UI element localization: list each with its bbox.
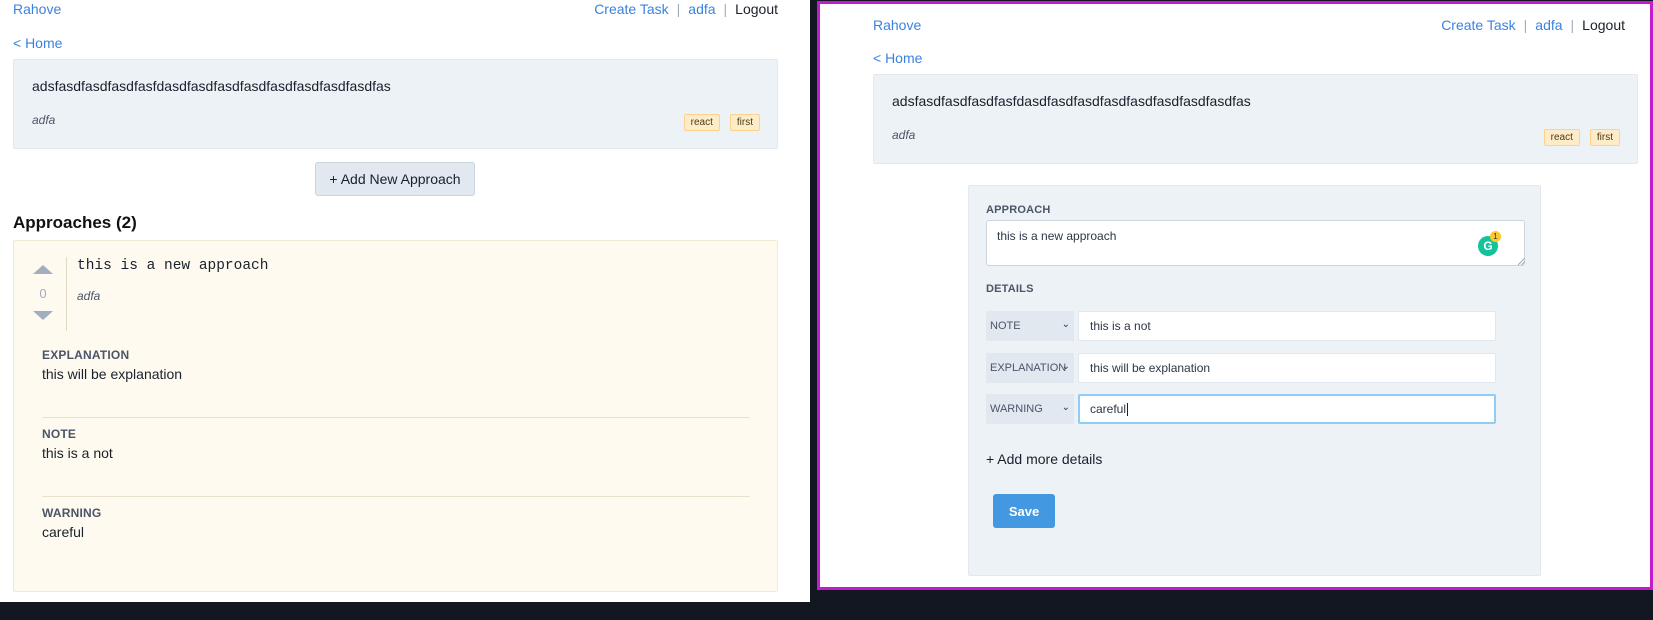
brand-link[interactable]: Rahove xyxy=(873,17,921,33)
tag[interactable]: react xyxy=(1543,129,1580,146)
detail-value: this is a not xyxy=(42,445,113,461)
detail-explanation: EXPLANATION this will be explanation xyxy=(42,348,750,382)
downvote-icon[interactable] xyxy=(33,311,53,320)
chevron-down-icon: ⌄ xyxy=(1061,402,1070,413)
details-label: DETAILS xyxy=(986,283,1034,295)
detail-label: NOTE xyxy=(42,427,77,441)
task-card: adsfasdfasdfasdfasfdasdfasdfasdfasdfasdf… xyxy=(873,74,1638,164)
detail-warning: WARNING careful xyxy=(42,506,750,540)
detail-value-input[interactable]: careful xyxy=(1078,394,1496,424)
vote-count: 0 xyxy=(39,286,47,301)
detail-type-select[interactable]: NOTE ⌄ xyxy=(986,311,1074,341)
detail-value: this will be explanation xyxy=(42,366,183,382)
detail-type-value: NOTE xyxy=(990,320,1021,332)
nav-right: Create Task | adfa | Logout xyxy=(594,1,778,17)
create-task-link[interactable]: Create Task xyxy=(594,1,668,17)
approach-card: 0 this is a new approach adfa EXPLANATIO… xyxy=(13,240,778,592)
detail-row: WARNING ⌄ careful xyxy=(986,394,1526,424)
nav-separator: | xyxy=(723,1,728,17)
divider xyxy=(42,417,750,418)
detail-type-select[interactable]: EXPLANATION ⌄ xyxy=(986,353,1074,383)
detail-type-value: EXPLANATION xyxy=(990,362,1067,374)
detail-value-text: careful xyxy=(1090,402,1127,416)
approach-form: APPROACH this is a new approach G 1 DETA… xyxy=(968,185,1541,576)
vote-divider xyxy=(66,257,67,331)
detail-value-text: this is a not xyxy=(1090,319,1151,333)
logout-link[interactable]: Logout xyxy=(735,1,778,17)
nav-right: Create Task | adfa | Logout xyxy=(1441,17,1625,33)
detail-value-input[interactable]: this is a not xyxy=(1078,311,1496,341)
approach-textarea[interactable]: this is a new approach xyxy=(986,220,1525,266)
detail-value-input[interactable]: this will be explanation xyxy=(1078,353,1496,383)
upvote-icon[interactable] xyxy=(33,265,53,274)
task-author: adfa xyxy=(32,113,56,127)
nav-separator: | xyxy=(1570,17,1575,33)
detail-value: careful xyxy=(42,524,85,540)
task-title: adsfasdfasdfasdfasfdasdfasdfasdfasdfasdf… xyxy=(892,93,1251,109)
detail-type-value: WARNING xyxy=(990,403,1043,415)
tag-list: react first xyxy=(1543,129,1620,146)
add-more-details-button[interactable]: + Add more details xyxy=(986,451,1102,467)
detail-label: EXPLANATION xyxy=(42,348,130,362)
grammarly-count-badge: 1 xyxy=(1490,231,1501,242)
create-task-link[interactable]: Create Task xyxy=(1441,17,1515,33)
user-link[interactable]: adfa xyxy=(1535,17,1562,33)
home-link[interactable]: < Home xyxy=(873,50,922,66)
text-caret xyxy=(1127,402,1129,416)
nav-separator: | xyxy=(676,1,681,17)
resize-grip-icon[interactable] xyxy=(1518,258,1525,265)
detail-type-select[interactable]: WARNING ⌄ xyxy=(986,394,1074,424)
nav-separator: | xyxy=(1523,17,1528,33)
right-window: Rahove Create Task | adfa | Logout < Hom… xyxy=(817,1,1653,590)
brand-link[interactable]: Rahove xyxy=(13,1,61,17)
save-button[interactable]: Save xyxy=(993,494,1055,528)
chevron-down-icon: ⌄ xyxy=(1061,319,1070,330)
task-card: adsfasdfasdfasdfasfdasdfasdfasdfasdfasdf… xyxy=(13,59,778,149)
approach-author: adfa xyxy=(77,289,101,303)
add-approach-button[interactable]: + Add New Approach xyxy=(315,162,475,196)
tag-list: react first xyxy=(683,114,760,131)
approach-text: this is a new approach xyxy=(77,258,269,274)
detail-note: NOTE this is a not xyxy=(42,427,750,461)
detail-label: WARNING xyxy=(42,506,102,520)
chevron-down-icon: ⌄ xyxy=(1061,361,1070,372)
tag[interactable]: react xyxy=(683,114,720,131)
detail-row: EXPLANATION ⌄ this will be explanation xyxy=(986,353,1526,383)
detail-row: NOTE ⌄ this is a not xyxy=(986,311,1526,341)
task-author: adfa xyxy=(892,128,916,142)
tag[interactable]: first xyxy=(1589,129,1620,146)
approach-label: APPROACH xyxy=(986,204,1051,216)
tag[interactable]: first xyxy=(729,114,760,131)
user-link[interactable]: adfa xyxy=(688,1,715,17)
task-title: adsfasdfasdfasdfasfdasdfasdfasdfasdfasdf… xyxy=(32,78,391,94)
approaches-heading: Approaches (2) xyxy=(13,213,137,232)
left-window: Rahove Create Task | adfa | Logout < Hom… xyxy=(0,0,810,602)
logout-link[interactable]: Logout xyxy=(1582,17,1625,33)
home-link[interactable]: < Home xyxy=(13,35,62,51)
divider xyxy=(42,496,750,497)
detail-value-text: this will be explanation xyxy=(1090,361,1211,375)
